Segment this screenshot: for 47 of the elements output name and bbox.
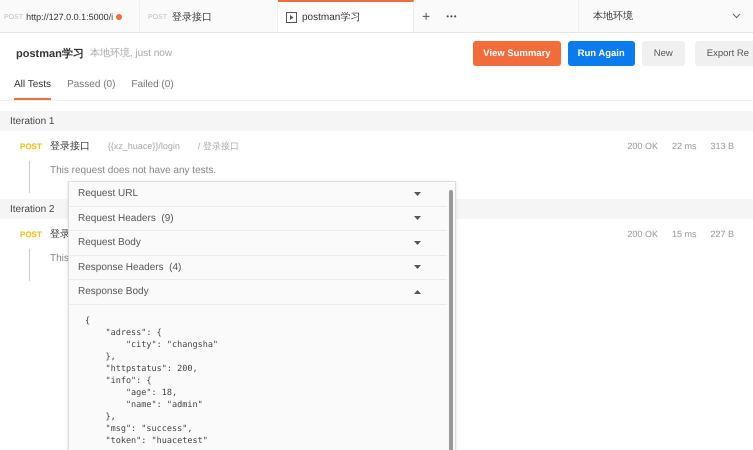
- code-line: "msg": "success",: [104, 422, 194, 434]
- code-line: },: [104, 410, 117, 422]
- method-label: POST: [20, 230, 42, 238]
- time-text: 22 ms: [672, 141, 696, 151]
- runner-icon: [286, 12, 297, 22]
- action-button[interactable]: Run Again: [568, 40, 635, 66]
- request-name[interactable]: 登录接口: [50, 139, 90, 153]
- code-line: "name": "admin": [124, 398, 204, 410]
- iteration-title: Iteration 1: [10, 116, 54, 126]
- size-text: 227 B: [710, 229, 734, 239]
- code-line: "token": "huacetest": [104, 434, 209, 446]
- code-line: "city": "changsha": [124, 338, 220, 350]
- request-name[interactable]: 登录: [50, 227, 70, 241]
- request-path: / 登录接口: [198, 140, 239, 152]
- section-header[interactable]: Response Body: [69, 280, 447, 304]
- chevron-icon: [732, 13, 741, 19]
- code-line: "info": {: [104, 374, 153, 386]
- filter-tab[interactable]: Failed (0): [131, 70, 174, 100]
- action-button[interactable]: Export Re: [694, 40, 753, 66]
- code-line: "adress": {: [104, 326, 163, 338]
- filter-tab[interactable]: All Tests: [14, 70, 52, 100]
- more-button[interactable]: •••: [438, 0, 466, 32]
- scrollbar[interactable]: [449, 190, 453, 450]
- time-text: 15 ms: [672, 229, 696, 239]
- section-header[interactable]: Request Headers (9): [69, 206, 447, 231]
- environment-dropdown[interactable]: 本地环境: [578, 0, 753, 32]
- section-header[interactable]: Request URL: [69, 182, 447, 206]
- status-text: 200 OK: [627, 229, 658, 239]
- iteration-title: Iteration 2: [10, 204, 54, 214]
- section-header[interactable]: Request Body: [69, 231, 447, 256]
- run-meta: 本地环境, just now: [90, 46, 172, 60]
- code-line: },: [104, 350, 117, 362]
- test-message: This: [50, 253, 69, 264]
- run-title: postman学习: [16, 46, 84, 60]
- status-text: 200 OK: [627, 141, 658, 151]
- code-line: {: [85, 314, 92, 326]
- request-url: {{xz_huace}}/login: [108, 141, 180, 151]
- section-header[interactable]: Response Headers (4): [69, 256, 447, 280]
- filter-tab[interactable]: Passed (0): [67, 70, 116, 100]
- size-text: 313 B: [710, 141, 734, 151]
- code-line: "httpstatus": 200,: [104, 362, 199, 374]
- code-line: "age": 18,: [124, 386, 178, 398]
- new-tab-button[interactable]: +: [414, 0, 438, 32]
- request-tab[interactable]: postman学习: [278, 0, 414, 32]
- method-label: POST: [20, 142, 42, 150]
- test-message: This request does not have any tests.: [50, 165, 216, 176]
- action-button[interactable]: New: [642, 40, 685, 66]
